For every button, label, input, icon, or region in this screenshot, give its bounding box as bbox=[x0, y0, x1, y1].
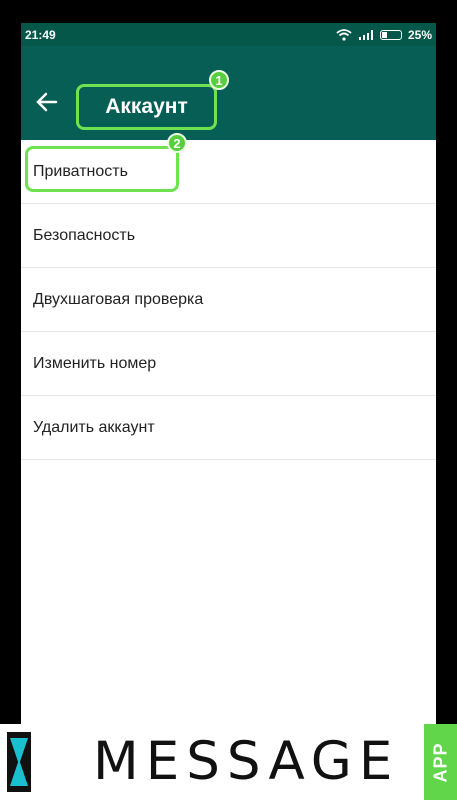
highlight-frame bbox=[25, 146, 179, 192]
arrow-left-icon[interactable] bbox=[34, 89, 60, 115]
menu-item-label: Двухшаговая проверка bbox=[33, 290, 204, 308]
watermark-banner: MESSAGE APP bbox=[0, 724, 457, 800]
status-icons: 25% bbox=[336, 28, 432, 42]
menu-item-change-number[interactable]: Изменить номер bbox=[21, 332, 436, 396]
menu-item-two-step[interactable]: Двухшаговая проверка bbox=[21, 268, 436, 332]
menu-item-privacy[interactable]: Приватность 2 bbox=[21, 133, 436, 204]
watermark-text: MESSAGE bbox=[93, 731, 400, 792]
battery-icon bbox=[379, 29, 402, 40]
menu-item-label: Удалить аккаунт bbox=[33, 418, 155, 436]
menu-item-label: Безопасность bbox=[33, 226, 136, 244]
battery-percent: 25% bbox=[407, 27, 432, 42]
status-time: 21:49 bbox=[25, 27, 56, 42]
annotation-badge-1: 1 bbox=[209, 70, 229, 90]
settings-list: Приватность 2 Безопасность Двухшаговая п… bbox=[21, 133, 436, 460]
signal-icon bbox=[358, 29, 373, 40]
app-toolbar: Аккаунт 1 bbox=[21, 46, 436, 140]
menu-item-security[interactable]: Безопасность bbox=[21, 204, 436, 268]
status-bar: 21:49 25% bbox=[21, 23, 436, 46]
phone-screen: 21:49 25% Аккаунт 1 Приватность 2 Безопа… bbox=[21, 23, 436, 780]
app-label: APP bbox=[430, 741, 451, 783]
menu-item-delete-account[interactable]: Удалить аккаунт bbox=[21, 396, 436, 460]
menu-item-label: Изменить номер bbox=[33, 354, 157, 372]
logo-icon bbox=[7, 732, 31, 792]
app-label-box: APP bbox=[424, 724, 457, 800]
wifi-icon bbox=[336, 28, 352, 41]
page-title: Аккаунт bbox=[76, 84, 217, 130]
annotation-badge-2: 2 bbox=[167, 133, 187, 153]
